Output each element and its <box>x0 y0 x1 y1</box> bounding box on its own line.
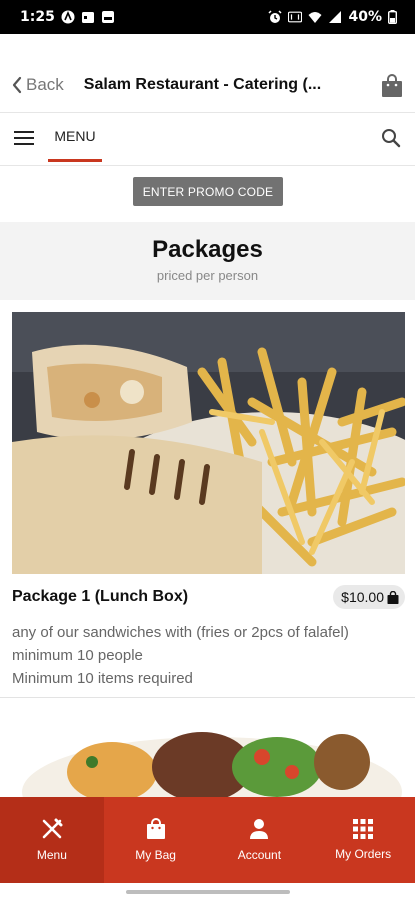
fork-knife-icon <box>42 818 63 839</box>
nav-menu-label: Menu <box>36 848 67 862</box>
enter-promo-code-button[interactable]: ENTER PROMO CODE <box>133 177 283 206</box>
signal-icon <box>329 11 342 23</box>
category-title: Packages <box>152 236 263 263</box>
home-indicator[interactable] <box>126 890 290 894</box>
alarm-icon <box>268 10 283 23</box>
chevron-left-icon <box>12 76 22 94</box>
person-icon <box>250 819 269 839</box>
nav-account[interactable]: Account <box>208 797 312 883</box>
nav-menu[interactable]: Menu <box>0 797 104 883</box>
nav-my-orders[interactable]: My Orders <box>311 797 415 883</box>
app-header: Back Salam Restaurant - Catering (... <box>0 60 415 110</box>
back-button[interactable]: Back <box>12 75 64 95</box>
divider <box>0 697 415 698</box>
item-price: $10.00 <box>341 589 384 605</box>
nav-account-label: Account <box>237 848 282 862</box>
battery-percent: 40% <box>348 9 382 25</box>
nfc-icon <box>288 11 303 23</box>
app-notification-icon <box>61 10 75 24</box>
description-line: Minimum 10 items required <box>12 670 193 687</box>
status-time: 1:25 <box>20 9 55 25</box>
shawarma-fries-image <box>12 312 405 574</box>
grid-icon <box>353 819 374 839</box>
page-title: Salam Restaurant - Catering (... <box>83 76 322 93</box>
item-photo[interactable] <box>12 312 405 574</box>
wifi-icon <box>308 12 322 23</box>
price-button[interactable]: $10.00 <box>333 585 405 609</box>
bag-icon <box>146 818 165 839</box>
category-subtitle: priced per person <box>156 268 259 283</box>
status-bar: 1:25 40% <box>0 0 415 34</box>
hamburger-menu-icon[interactable] <box>14 130 34 146</box>
item-name[interactable]: Package 1 (Lunch Box) <box>12 588 188 606</box>
image-notification-icon <box>101 11 114 23</box>
shopping-bag-icon[interactable] <box>381 74 403 98</box>
menu-bar: MENU <box>0 112 415 166</box>
nav-my-bag-label: My Bag <box>135 848 176 862</box>
calendar-icon <box>81 12 94 23</box>
category-header: Packages priced per person <box>0 222 415 300</box>
nav-my-orders-label: My Orders <box>335 847 392 861</box>
item-description: any of our sandwiches with (fries or 2pc… <box>12 621 349 690</box>
add-to-bag-icon <box>387 590 399 604</box>
bottom-navigation: Menu My Bag Account My Orders <box>0 797 415 883</box>
description-line: minimum 10 people <box>12 647 143 664</box>
item-photo[interactable] <box>12 712 405 802</box>
battery-icon <box>388 10 397 24</box>
gesture-bar <box>0 883 415 900</box>
nav-my-bag[interactable]: My Bag <box>104 797 208 883</box>
search-icon[interactable] <box>381 128 401 148</box>
tab-menu[interactable]: MENU <box>48 113 102 162</box>
back-label: Back <box>26 75 64 94</box>
platter-image <box>12 712 405 802</box>
description-line: any of our sandwiches with (fries or 2pc… <box>12 624 349 641</box>
